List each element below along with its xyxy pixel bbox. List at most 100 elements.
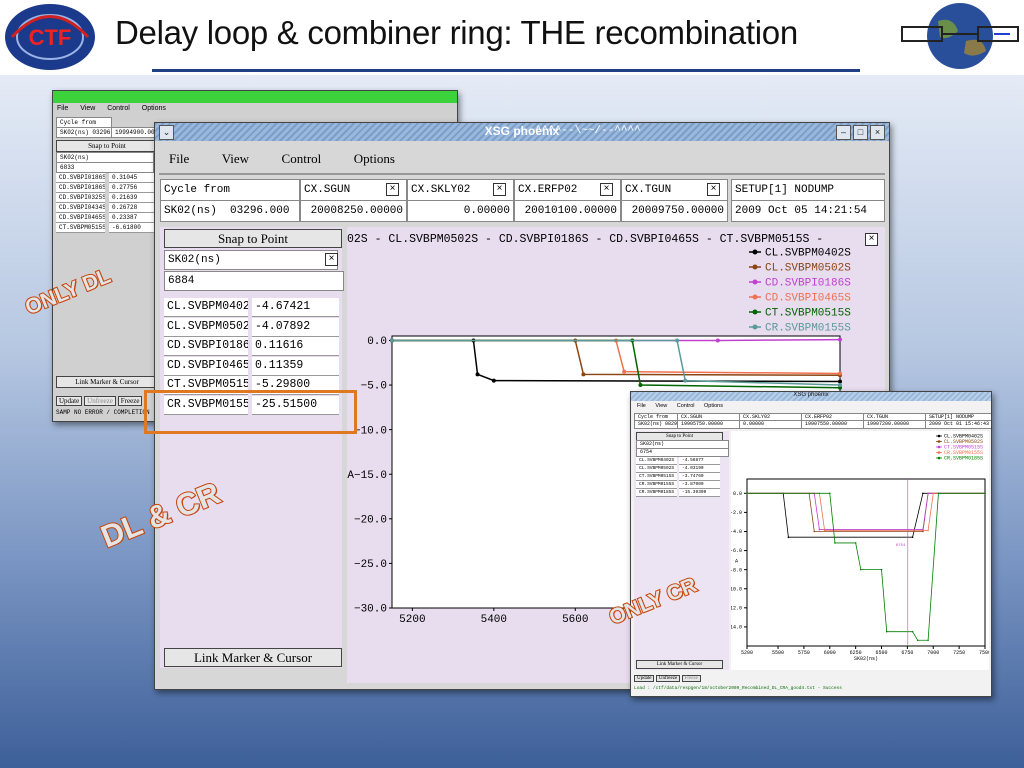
channel-value[interactable]: 19905750.00000 [677,420,741,429]
reading-name: CD.SVBPI0465S [164,356,248,376]
menu-file[interactable]: File [637,403,646,409]
menu-file[interactable]: File [169,151,189,167]
svg-text:CTF: CTF [29,25,72,50]
right-chart[interactable]: 0.0 -2.0 -4.0 -6.0 -8.0 -10.0 -12.0 -14.0 5200 55… [731,431,989,670]
menu-file[interactable]: File [57,105,68,112]
snap-clear-icon[interactable]: × [325,253,338,266]
channel-value[interactable]: 20009750.00000 [621,200,728,222]
y-tick-label: −5.0 [361,381,387,393]
x-tick-label: 5400 [481,614,507,626]
channel-clear-icon[interactable]: × [707,183,720,196]
data-point [746,492,748,495]
menu-view[interactable]: View [80,105,95,112]
link-marker-cursor-button[interactable]: Link Marker & Cursor [636,660,723,669]
reading-value: 0.21639 [109,193,156,203]
reading-name: CL.SVBPM0502S [164,317,248,337]
data-point [715,338,720,343]
cycle-value-field[interactable]: SK02(ns) 08296 [634,420,682,429]
menu-options[interactable]: Options [354,151,395,167]
menubar: File View Control Options [637,403,723,409]
window-titlebar[interactable]: XSG phoenix [631,392,991,401]
window-titlebar[interactable]: ⌄ XSG phoenix ^^^^--\~~/--^^^^ – □ × [155,123,889,141]
ctf-logo: CTF [5,4,95,70]
menu-view[interactable]: View [222,151,249,167]
x-tick-label: 5600 [562,614,588,626]
window-titlebar[interactable] [53,91,457,103]
legend-marker [937,451,941,454]
y-tick-label: 0.0 [733,491,742,497]
legend-entry: CD.SVBPI0186S [765,278,851,290]
readings-panel [160,227,342,668]
unfreeze-button[interactable]: Unfreeze [84,396,116,406]
channel-value[interactable]: 19907200.00000 [863,420,927,429]
link-marker-cursor-button[interactable]: Link Marker & Cursor [164,648,342,667]
channel-value[interactable]: 20010100.00000 [514,200,621,222]
data-point [475,372,480,377]
reading-value: 0.11616 [252,337,339,356]
plot-close-icon[interactable]: × [865,233,878,246]
menubar: File View Control Options [159,145,885,175]
legend-marker [752,309,758,315]
unfreeze-button[interactable]: Unfreeze [655,675,681,682]
minimize-icon[interactable]: – [836,125,851,140]
data-point [927,492,929,495]
snap-field[interactable]: SK02(ns) [164,250,338,270]
freeze-button[interactable]: Freeze [681,675,701,682]
menu-control[interactable]: Control [282,151,322,167]
update-button[interactable]: Update [634,675,655,682]
cycle-source: SK02(ns) [638,421,663,427]
channel-value[interactable]: 20008250.00000 [300,200,407,222]
reading-value: -4.03190 [679,465,720,473]
legend-marker [752,249,758,255]
reading-name: CD.SVBPI0434S [56,203,105,213]
data-point [911,630,914,633]
menu-options[interactable]: Options [704,403,723,409]
reading-name: CD.SVBPI0465S [56,213,105,223]
menu-control[interactable]: Control [107,105,130,112]
menu-control[interactable]: Control [677,403,695,409]
maximize-icon[interactable]: □ [853,125,868,140]
reading-name: CL.SVBPM0502S [636,465,677,473]
timestamp: 2009 Oct 05 14:21:54 [731,200,885,222]
close-icon[interactable]: × [870,125,885,140]
reading-name: CL.SVBPM0402S [636,457,677,465]
footer-buttons: Update Unfreeze Freeze [56,396,143,406]
x-tick-label: 7250 [953,650,965,656]
data-point [916,639,919,642]
slide-title: Delay loop & combiner ring: THE recombin… [115,14,798,51]
channel-value[interactable]: 0.00000 [739,420,803,429]
freeze-button[interactable]: Freeze [117,396,143,406]
y-axis-label: A [735,559,738,565]
x-tick-label: 7000 [927,650,939,656]
data-point [787,536,790,539]
window-title: XSG phoenix [793,392,829,398]
channel-clear-icon[interactable]: × [600,183,613,196]
data-point [818,528,821,531]
data-point [854,542,857,544]
data-point [927,529,929,532]
plot-series-header: 02S - CL.SVBPM0502S - CD.SVBPI0186S - CD… [347,233,824,246]
channel-value[interactable]: 0.00000 [407,200,514,222]
snap-to-point-button[interactable]: Snap to Point [164,229,342,248]
reading-value: -4.07892 [252,317,339,337]
snap-to-point-button[interactable]: Snap to Point [56,140,158,152]
title-underline [152,69,860,72]
xsg-window-only-cr: XSG phoenix File View Control Options Cy… [630,391,992,697]
menu-options[interactable]: Options [142,105,166,112]
link-marker-cursor-button[interactable]: Link Marker & Cursor [56,376,158,388]
globe-logo [901,3,1019,69]
cycle-value: 03296.000 [230,205,290,217]
legend-marker [937,434,941,438]
x-tick-label: 6000 [824,650,836,656]
update-button[interactable]: Update [56,396,83,406]
data-point [922,492,924,495]
menu-view[interactable]: View [655,403,667,409]
data-point [834,542,836,544]
channel-clear-icon[interactable]: × [493,183,506,196]
cycle-value-field[interactable]: SK02(ns) 03296.000 [160,200,300,222]
legend-entry: CT.SVBPM0515S [765,308,851,320]
channel-clear-icon[interactable]: × [386,183,399,196]
cycle-value[interactable]: SK02(ns) 03296 [56,127,112,138]
slide-header: CTF Delay loop & combiner ring: THE reco… [0,0,1024,75]
channel-value[interactable]: 19907550.00000 [801,420,865,429]
